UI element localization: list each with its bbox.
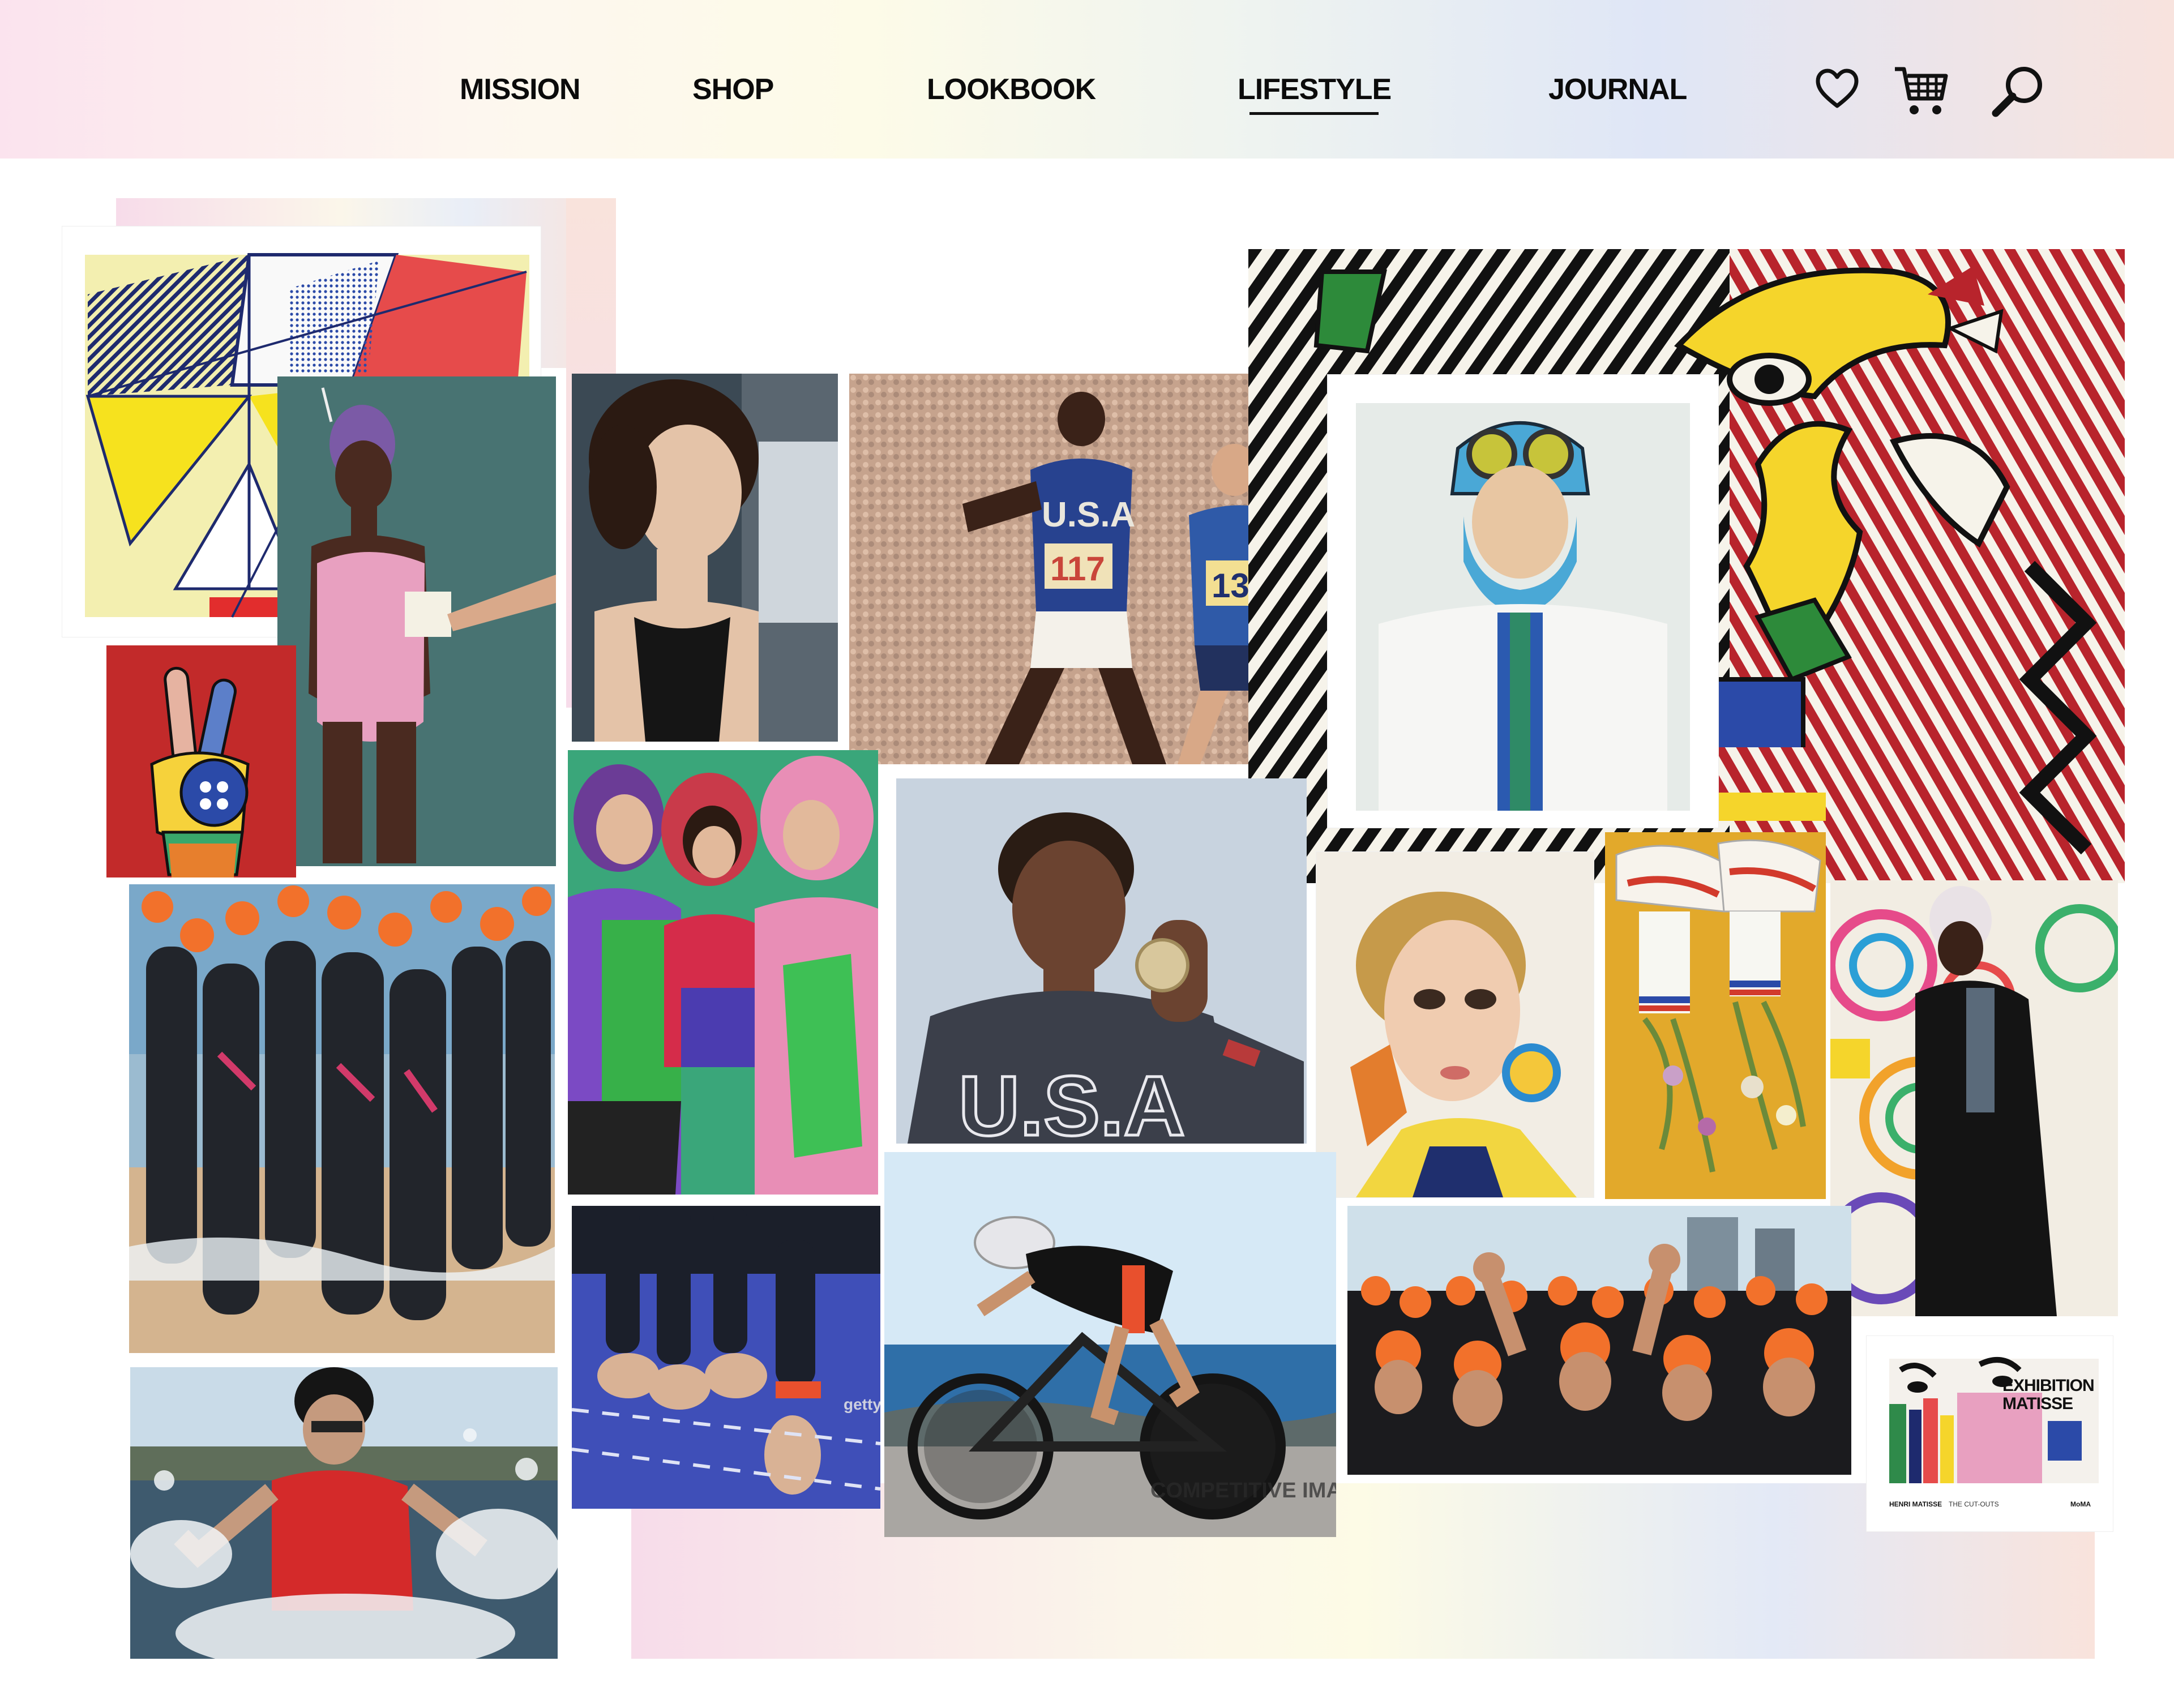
poster-caption-title: THE CUT-OUTS [1949, 1500, 1999, 1508]
smiling-athlete-medal: U.S.A [896, 778, 1307, 1144]
cart-icon[interactable] [1893, 63, 1949, 119]
athlete-shirt-usa: U.S.A [958, 1058, 1185, 1144]
nav-lookbook[interactable]: LOOKBOOK [927, 72, 1096, 106]
twiggy-portrait [1316, 852, 1594, 1197]
helmet-goggles-portrait [1328, 375, 1718, 828]
model-pink-swimsuit [277, 376, 556, 866]
nav-mission[interactable]: MISSION [460, 72, 581, 106]
poster-caption-moma: MoMA [2070, 1500, 2091, 1508]
wetsuit-swimmers-beach [129, 884, 555, 1353]
peace-hand-pop-art [106, 645, 296, 877]
getty-watermark: getty [844, 1395, 880, 1413]
woman-colorful-mural [1830, 880, 2118, 1316]
active-nav-underline [1249, 112, 1379, 115]
orange-caps-crowd [1347, 1206, 1851, 1475]
nav-lifestyle[interactable]: LIFESTYLE [1238, 72, 1392, 106]
latex-swim-cap-model [572, 374, 838, 742]
sixties-hooded-models [568, 750, 878, 1195]
search-icon[interactable] [1990, 63, 2047, 120]
competitive-image-watermark: COMPETITIVE IMAGE ©2013 [1150, 1479, 1336, 1502]
feet-timing-chips: getty [572, 1206, 880, 1509]
poster-caption-artist: HENRI MATISSE [1889, 1500, 1942, 1508]
triathlete-bicycle: COMPETITIVE IMAGE ©2013 [884, 1152, 1336, 1537]
sneakers-flowers [1605, 832, 1826, 1199]
poster-title-art: EXHIBITION MATISSE [2002, 1376, 2095, 1413]
matisse-exhibition-poster: EXHIBITION MATISSE HENRI MATISSE THE CUT… [1867, 1336, 2113, 1531]
runner-jersey-usa: U.S.A [1042, 495, 1135, 534]
runner-bib-117: 117 [1050, 550, 1105, 588]
nav-shop[interactable]: SHOP [692, 72, 774, 106]
swimmer-red-suit-splash [130, 1367, 558, 1659]
heart-icon[interactable] [1813, 65, 1861, 113]
nav-journal[interactable]: JOURNAL [1548, 72, 1687, 106]
